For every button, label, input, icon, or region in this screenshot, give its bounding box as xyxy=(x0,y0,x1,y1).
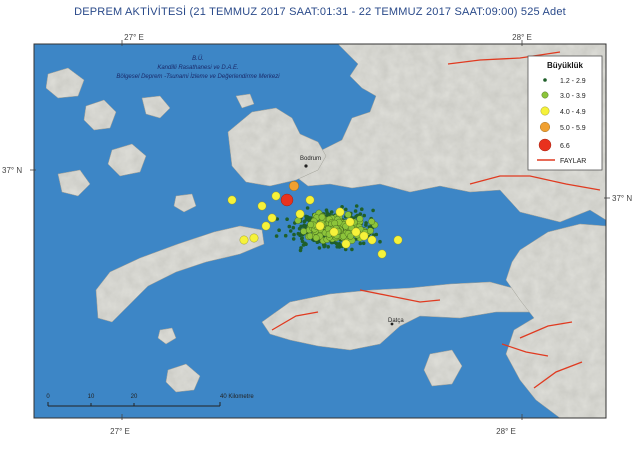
legend-label-5: 6.6 xyxy=(560,143,570,150)
scale-label-20: 20 xyxy=(131,394,138,400)
lon-label-top-right: 28° E xyxy=(512,33,532,42)
legend-label-2: 3.0 - 3.9 xyxy=(560,93,586,100)
epicenter-marker xyxy=(287,224,292,229)
bodrum-marker xyxy=(304,164,308,168)
lat-label-left: 37° N xyxy=(2,166,22,175)
epicenter-marker xyxy=(227,195,237,205)
epicenter-marker xyxy=(261,221,271,231)
epicenter-marker xyxy=(350,247,354,252)
epicenter-marker xyxy=(283,233,288,238)
epicenter-marker xyxy=(289,180,300,191)
epicenter-marker xyxy=(239,235,249,245)
epicenter-marker xyxy=(285,217,289,221)
scale-label-40: 40 Kilometre xyxy=(220,394,254,400)
epicenter-marker xyxy=(360,207,364,211)
epicenter-marker xyxy=(322,244,327,249)
epicenter-marker xyxy=(335,244,340,249)
epicenter-marker xyxy=(291,237,296,241)
lon-label-bottom-left: 27° E xyxy=(110,427,130,436)
place-bodrum: Bodrum xyxy=(300,156,321,162)
legend-swatch-2 xyxy=(541,91,549,99)
epicenter-marker xyxy=(378,239,382,244)
credit-line-3: Bölgesel Deprem -Tsunami İzleme ve Değer… xyxy=(116,73,280,80)
epicenter-marker xyxy=(345,217,355,227)
legend-label-4: 5.0 - 5.9 xyxy=(560,125,586,132)
epicenter-marker xyxy=(249,233,259,243)
epicenter-marker xyxy=(361,241,366,246)
epicenter-marker xyxy=(317,246,322,250)
epicenter-marker xyxy=(354,204,359,208)
epicenter-marker xyxy=(312,234,320,242)
epicenter-marker xyxy=(295,209,305,219)
epicenter-marker xyxy=(267,213,277,223)
epicenter-marker xyxy=(358,241,363,246)
epicenter-marker xyxy=(318,213,326,221)
scale-label-10: 10 xyxy=(88,394,95,400)
credit-line-1: B.Ü. xyxy=(192,55,204,62)
epicenter-marker xyxy=(280,193,294,207)
epicenter-marker xyxy=(307,221,315,229)
epicenter-marker xyxy=(366,227,374,235)
epicenter-marker xyxy=(274,234,279,238)
epicenter-marker xyxy=(329,227,339,237)
epicenter-marker xyxy=(300,227,308,235)
legend-label-1: 1.2 - 2.9 xyxy=(560,78,586,85)
legend-swatch-4 xyxy=(540,121,551,132)
legend-swatch-5 xyxy=(538,138,552,152)
epicenter-marker xyxy=(367,235,377,245)
legend: Büyüklük 1.2 - 2.9 3.0 - 3.9 4.0 - 4.9 5… xyxy=(527,55,603,171)
epicenter-marker xyxy=(305,206,310,210)
epicenter-marker xyxy=(277,228,281,232)
legend-title: Büyüklük xyxy=(547,61,584,70)
epicenter-marker xyxy=(362,213,367,218)
epicenter-marker xyxy=(341,239,351,249)
legend-label-3: 4.0 - 4.9 xyxy=(560,109,586,116)
epicenter-marker xyxy=(292,232,296,237)
epicenter-marker xyxy=(368,218,375,226)
epicenter-marker xyxy=(315,221,325,231)
earthquake-map: Bodrum Datça B.Ü. Kandilli Rasathanesi v… xyxy=(2,33,632,436)
lat-label-right: 37° N xyxy=(612,194,632,203)
epicenter-marker xyxy=(298,248,303,253)
epicenter-marker xyxy=(257,201,267,211)
epicenter-marker xyxy=(344,207,348,212)
epicenter-marker xyxy=(393,235,403,245)
epicenter-marker xyxy=(329,210,334,214)
lon-label-bottom-right: 28° E xyxy=(496,427,516,436)
epicenter-marker xyxy=(305,195,315,205)
epicenter-marker xyxy=(356,215,364,223)
epicenter-marker xyxy=(371,208,375,213)
epicenter-marker xyxy=(305,215,310,219)
lon-label-top-left: 27° E xyxy=(124,33,144,42)
epicenter-marker xyxy=(337,242,342,246)
epicenter-marker xyxy=(302,219,307,224)
epicenter-marker xyxy=(353,209,358,213)
epicenter-marker xyxy=(377,249,387,259)
epicenter-marker xyxy=(351,227,361,237)
epicenter-marker xyxy=(344,211,352,219)
epicenter-marker xyxy=(304,242,308,246)
epicenter-marker xyxy=(299,224,303,229)
legend-swatch-3 xyxy=(540,106,550,116)
credit-line-2: Kandilli Rasathanesi ve D.A.E. xyxy=(157,65,238,71)
epicenter-marker xyxy=(364,221,368,225)
epicenter-marker xyxy=(335,207,345,217)
epicenter-marker xyxy=(291,225,296,230)
epicenter-marker xyxy=(326,245,331,249)
epicenter-marker xyxy=(288,229,293,233)
epicenter-marker xyxy=(300,239,305,244)
legend-swatch-1 xyxy=(543,78,547,82)
legend-label-6: FAYLAR xyxy=(560,158,586,165)
epicenter-marker xyxy=(271,191,281,201)
epicenter-marker xyxy=(359,231,369,241)
place-datca: Datça xyxy=(388,318,404,324)
